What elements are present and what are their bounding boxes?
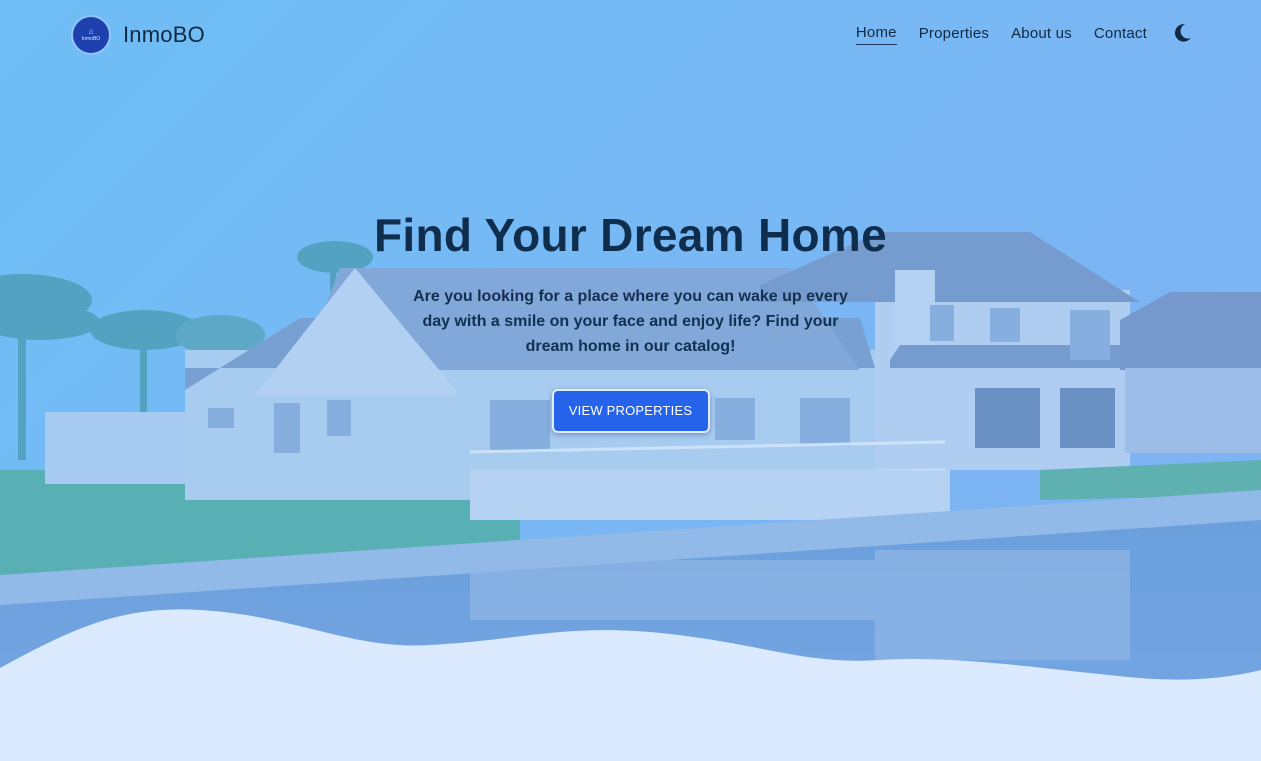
nav-contact[interactable]: Contact — [1094, 25, 1147, 45]
brand-name[interactable]: InmoBO — [123, 22, 205, 48]
nav-home[interactable]: Home — [855, 24, 897, 45]
logo[interactable]: ⌂ InmoBO — [73, 17, 109, 53]
main-nav: Home Properties About us Contact — [834, 24, 1193, 45]
nav-properties[interactable]: Properties — [919, 25, 989, 45]
hero-section: Find Your Dream Home Are you looking for… — [0, 208, 1261, 433]
logo-text: InmoBO — [81, 36, 101, 42]
page: ⌂ InmoBO InmoBO Home Properties About us… — [0, 0, 1261, 761]
hero-subtitle: Are you looking for a place where you ca… — [413, 288, 848, 355]
house-icon: ⌂ — [88, 27, 94, 36]
site-header: ⌂ InmoBO InmoBO Home Properties About us… — [0, 0, 1261, 72]
nav-about-us[interactable]: About us — [1011, 25, 1072, 45]
view-properties-button[interactable]: VIEW PROPERTIES — [551, 389, 710, 433]
moon-icon[interactable] — [1171, 22, 1193, 44]
hero-title: Find Your Dream Home — [374, 209, 887, 261]
brand[interactable]: ⌂ InmoBO InmoBO — [73, 17, 205, 53]
